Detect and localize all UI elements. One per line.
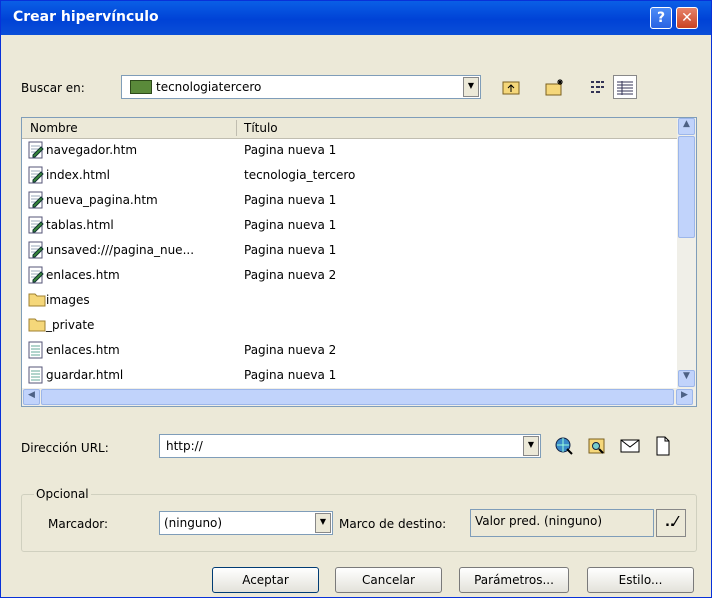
browse-file-icon[interactable] [585,434,609,458]
look-in-folder: tecnologiatercero [156,80,262,94]
email-icon[interactable] [618,434,642,458]
scroll-left-icon[interactable]: ◀ [23,389,40,405]
look-in-combo[interactable]: tecnologiatercero ▼ [121,75,481,99]
edit-target-frame-button[interactable]: ..⁄ [656,509,686,537]
url-combo[interactable]: http:// ▼ [159,434,541,458]
style-button[interactable]: Estilo... [587,567,694,593]
dialog-title: Crear hipervínculo [13,9,159,25]
file-name: unsaved:///pagina_nue... [46,243,195,257]
file-row[interactable]: enlaces.htm Pagina nueva 2 [22,264,677,287]
scroll-thumb[interactable] [678,136,695,238]
file-row[interactable]: index.html tecnologia_tercero [22,164,677,187]
pencil-icon: ..⁄ [664,515,678,530]
optional-group: Opcional Marcador: (ninguno) ▼ Marco de … [21,487,697,552]
up-folder-icon[interactable] [499,75,523,99]
file-list[interactable]: Nombre Título navegador.htm Pagina nueva … [21,117,697,407]
close-button[interactable]: ✕ [676,7,698,29]
accept-button[interactable]: Aceptar [212,567,319,593]
target-frame-label: Marco de destino: [339,517,447,531]
details-view-icon[interactable] [613,75,637,99]
bookmark-combo[interactable]: (ninguno) ▼ [159,511,333,535]
file-title: Pagina nueva 1 [244,143,337,157]
html-page-icon [28,341,44,359]
optional-legend: Opcional [34,487,91,501]
list-view-icon[interactable] [587,75,611,99]
bookmark-label: Marcador: [48,517,109,531]
url-input[interactable]: http:// [166,439,203,453]
file-name: navegador.htm [46,143,138,157]
target-frame-value: Valor pred. (ninguno) [475,514,603,528]
file-name: index.html [46,168,110,182]
file-title: Pagina nueva 1 [244,218,337,232]
file-name: guardar.html [46,368,124,382]
bookmark-value: (ninguno) [164,516,223,530]
file-title: Pagina nueva 1 [244,243,337,257]
folder-icon [28,291,46,309]
help-button[interactable]: ? [650,7,672,29]
html-page-edit-icon [28,266,44,284]
file-name: enlaces.htm [46,268,120,282]
folder-icon [28,316,46,334]
file-name: _private [46,318,95,332]
browse-web-icon[interactable] [552,434,576,458]
target-frame-field: Valor pred. (ninguno) [470,509,654,537]
file-row[interactable]: guardar.html Pagina nueva 1 [22,364,677,387]
file-title: Pagina nueva 2 [244,343,337,357]
html-page-edit-icon [28,241,44,259]
html-page-edit-icon [28,141,44,159]
chevron-down-icon[interactable]: ▼ [463,77,479,97]
html-page-edit-icon [28,216,44,234]
scroll-down-icon[interactable]: ▼ [678,370,695,387]
title-bar[interactable]: Crear hipervínculo ? ✕ [1,1,711,35]
look-in-label: Buscar en: [21,81,85,95]
file-name: images [46,293,90,307]
file-name: tablas.html [46,218,114,232]
chevron-down-icon[interactable]: ▼ [315,513,331,533]
parameters-button[interactable]: Parámetros... [459,567,569,593]
hyperlink-dialog: Crear hipervínculo ? ✕ Buscar en: tecnol… [0,0,712,598]
vertical-scrollbar[interactable]: ▲ ▼ [677,118,696,388]
file-row[interactable]: nueva_pagina.htm Pagina nueva 1 [22,189,677,212]
file-row[interactable]: enlaces.htm Pagina nueva 2 [22,339,677,362]
html-page-edit-icon [28,166,44,184]
cancel-button[interactable]: Cancelar [335,567,442,593]
file-row[interactable]: unsaved:///pagina_nue... Pagina nueva 1 [22,239,677,262]
scroll-right-icon[interactable]: ▶ [676,389,693,405]
list-header: Nombre Título [22,118,677,139]
column-header-title[interactable]: Título [244,121,278,135]
scroll-up-icon[interactable]: ▲ [678,118,695,135]
new-document-icon[interactable] [651,434,675,458]
html-page-edit-icon [28,191,44,209]
file-title: Pagina nueva 1 [244,193,337,207]
horizontal-scrollbar[interactable]: ◀ ▶ [22,388,696,406]
file-row[interactable]: navegador.htm Pagina nueva 1 [22,139,677,162]
url-label: Dirección URL: [21,441,109,455]
html-page-icon [28,366,44,384]
file-title: tecnologia_tercero [244,168,356,182]
file-row[interactable]: tablas.html Pagina nueva 1 [22,214,677,237]
folder-icon [130,80,152,94]
chevron-down-icon[interactable]: ▼ [523,436,539,456]
hscroll-thumb[interactable] [41,389,674,405]
file-name: nueva_pagina.htm [46,193,158,207]
file-title: Pagina nueva 1 [244,368,337,382]
file-title: Pagina nueva 2 [244,268,337,282]
file-row[interactable]: images [22,289,677,312]
column-header-name[interactable]: Nombre [30,121,78,135]
file-row[interactable]: _private [22,314,677,337]
file-name: enlaces.htm [46,343,120,357]
new-folder-icon[interactable] [543,75,567,99]
